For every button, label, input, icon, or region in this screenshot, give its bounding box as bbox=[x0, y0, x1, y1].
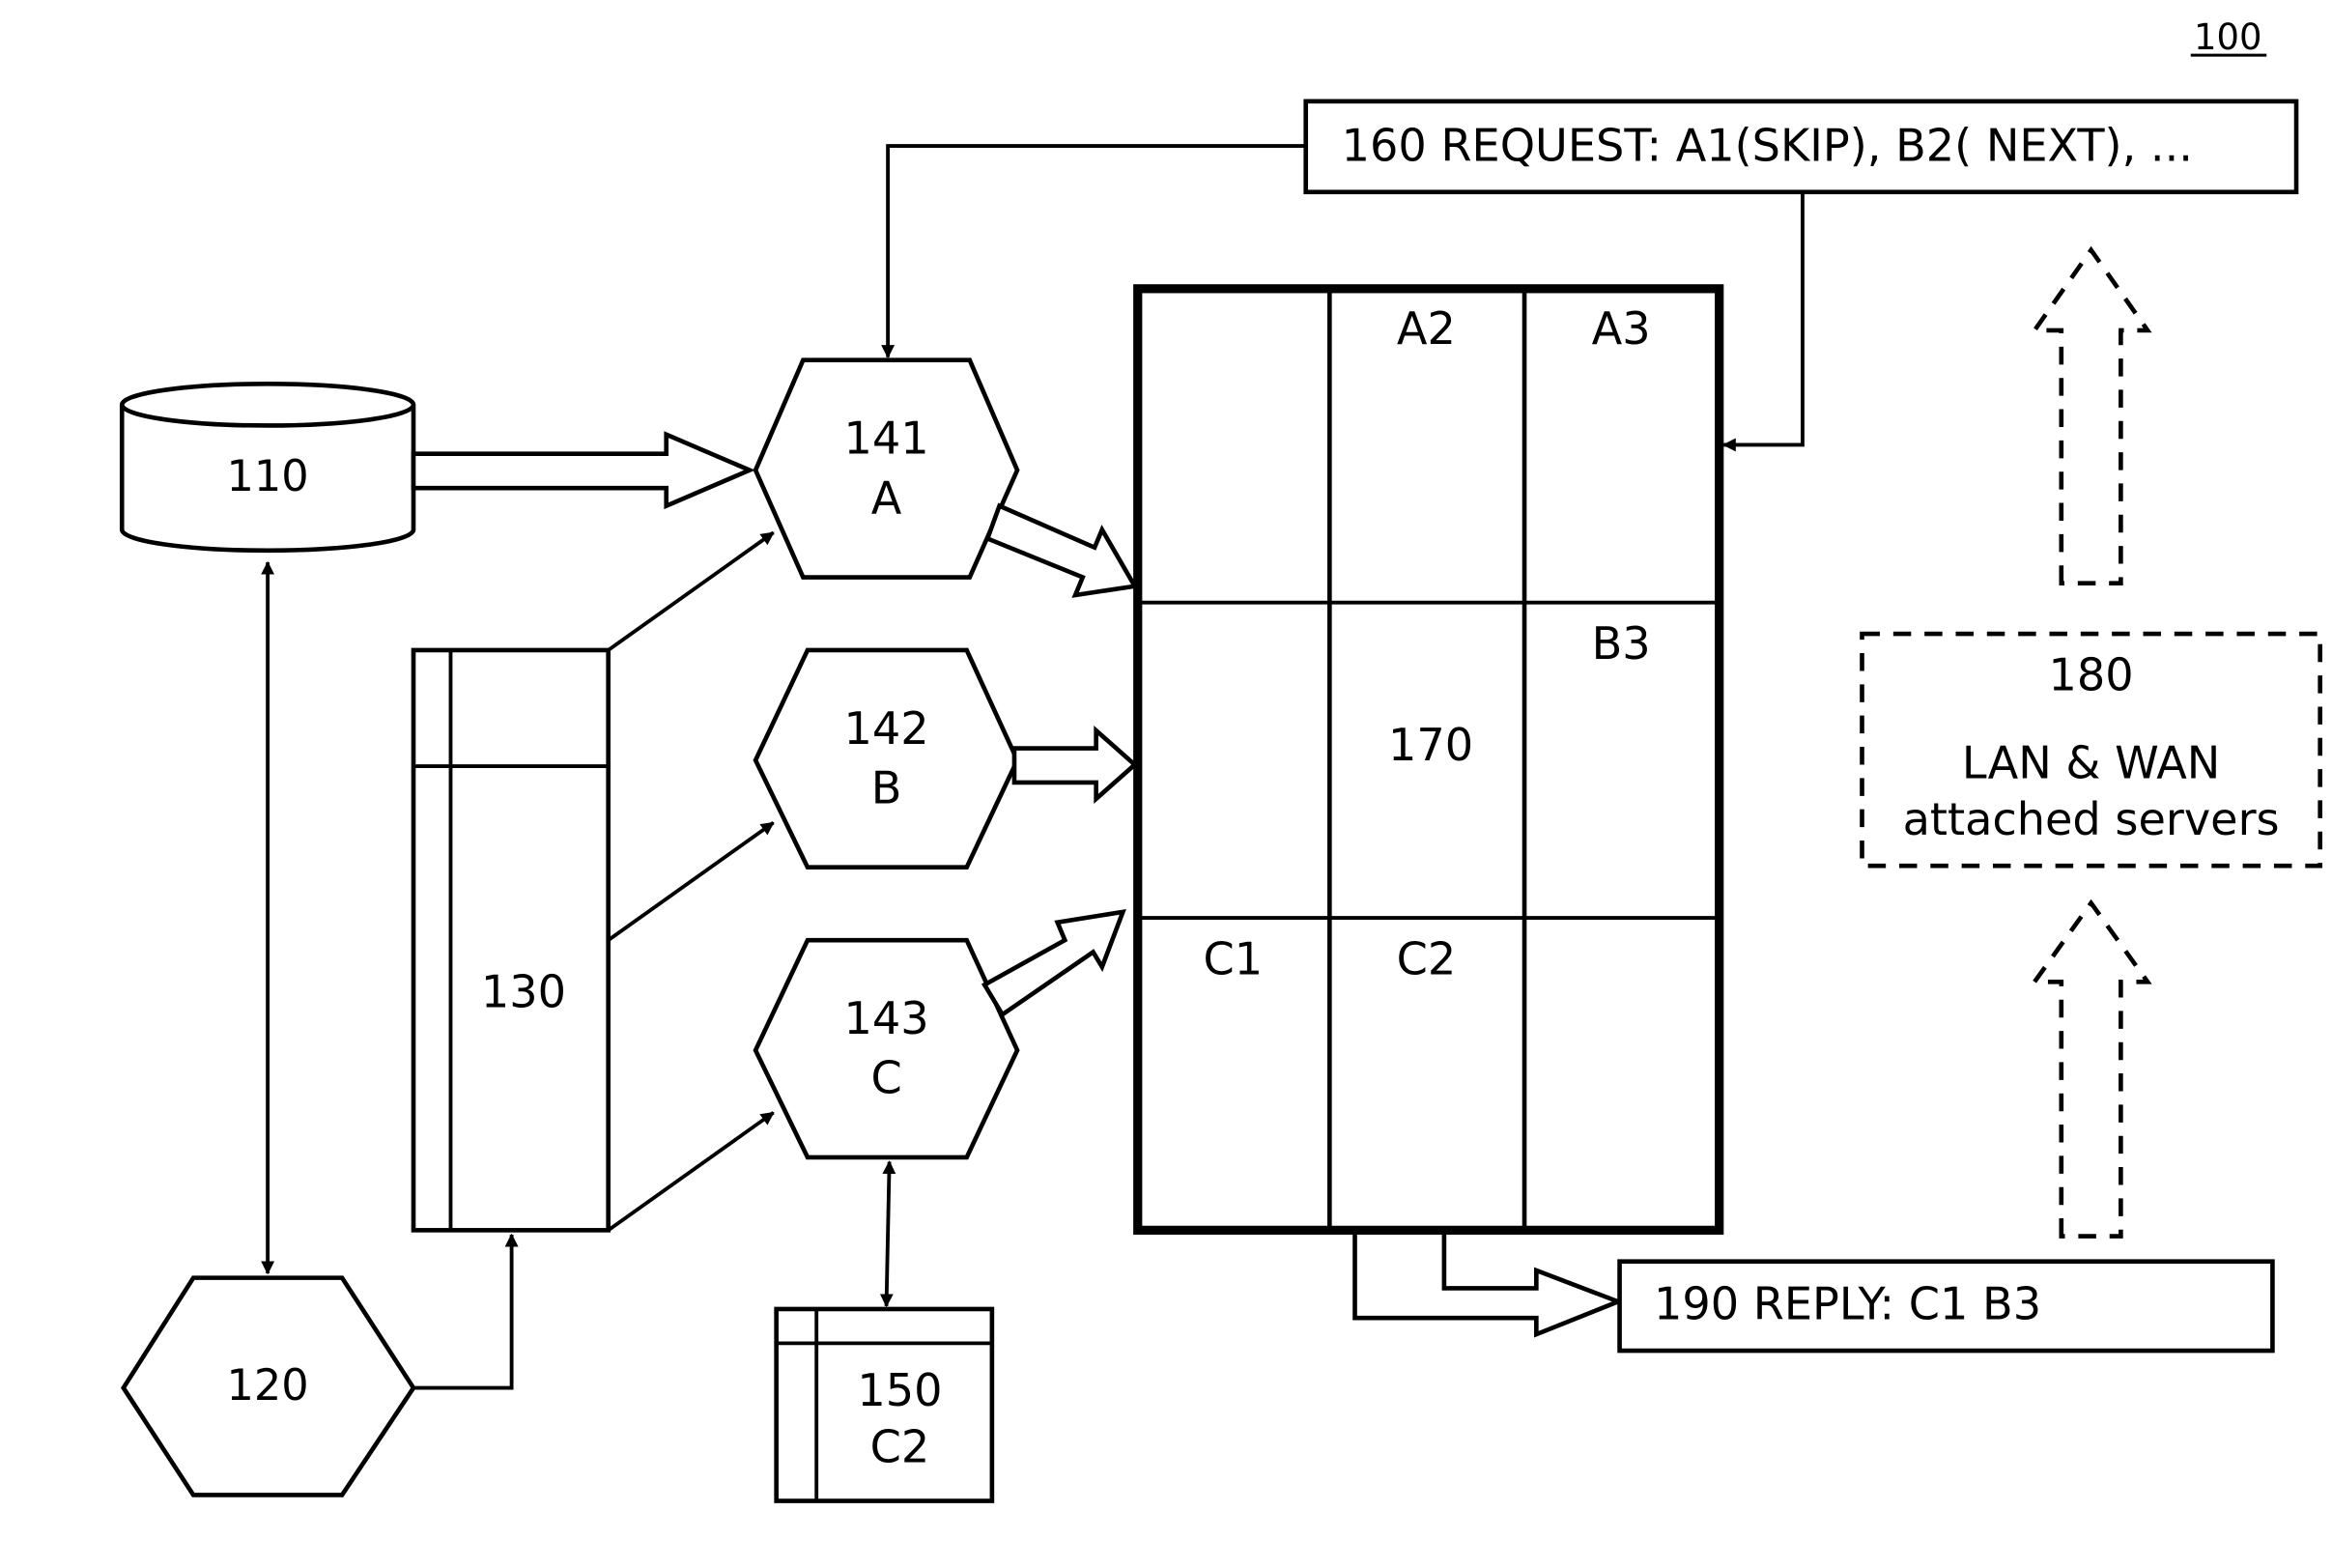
request-box-160[interactable]: 160 REQUEST: A1(SKIP), B2( NEXT), ... bbox=[1303, 99, 2299, 195]
block-arrow-110-to-141 bbox=[411, 431, 755, 510]
servers-box-180[interactable]: 180 LAN & WAN attached servers bbox=[1860, 631, 2322, 869]
grid-cell-b3: B3 bbox=[1592, 617, 1651, 670]
grid-170-label: 170 bbox=[1388, 719, 1473, 771]
hexagon-141-a[interactable]: 141 A bbox=[753, 357, 1020, 580]
hexagon-141-shape bbox=[753, 357, 1020, 580]
block-arrow-143-to-170 bbox=[981, 908, 1126, 1018]
arrow-120-to-130 bbox=[412, 1233, 519, 1390]
hexagon-142-shape bbox=[753, 647, 1020, 870]
servers-box-number: 180 bbox=[2049, 649, 2134, 701]
dashed-arrow-180-to-160 bbox=[2030, 245, 2152, 585]
arrow-130-to-141 bbox=[607, 530, 775, 652]
database-label: 110 bbox=[227, 451, 309, 501]
hexagon-143-shape bbox=[753, 937, 1020, 1160]
grid-cell-c1: C1 bbox=[1203, 933, 1263, 985]
request-text: 160 REQUEST: A1(SKIP), B2( NEXT), ... bbox=[1342, 119, 2193, 171]
arrow-160-to-170 bbox=[1721, 191, 1805, 452]
hexagon-142-b[interactable]: 142 B bbox=[753, 647, 1020, 870]
table-130-label: 130 bbox=[481, 965, 566, 1017]
table-150-label: C2 bbox=[870, 1421, 930, 1473]
block-arrow-141-to-170 bbox=[984, 502, 1139, 598]
hexagon-143-number: 143 bbox=[843, 992, 928, 1044]
hexagon-142-letter: B bbox=[871, 762, 902, 814]
system-diagram: 100 110 120 130 141 A 142 B 143 C 150 C2… bbox=[119, 16, 2322, 1503]
arrow-130-to-143 bbox=[607, 1111, 775, 1232]
servers-box-line-1: LAN & WAN bbox=[1962, 736, 2221, 788]
figure-reference: 100 bbox=[2190, 16, 2267, 58]
reply-text: 190 REPLY: C1 B3 bbox=[1654, 1278, 2041, 1330]
table-150[interactable]: 150 C2 bbox=[774, 1306, 995, 1503]
servers-box-line-2: attached servers bbox=[1903, 793, 2280, 845]
database-110[interactable]: 110 bbox=[119, 382, 416, 554]
figure-reference-number: 100 bbox=[2194, 16, 2262, 58]
grid-cell-c2: C2 bbox=[1397, 933, 1457, 985]
hexagon-142-number: 142 bbox=[843, 702, 928, 755]
grid-cell-a2: A2 bbox=[1397, 302, 1456, 355]
reply-box-190[interactable]: 190 REPLY: C1 B3 bbox=[1617, 1259, 2275, 1354]
hexagon-141-letter: A bbox=[871, 471, 902, 524]
hexagon-120[interactable]: 120 bbox=[121, 1275, 416, 1497]
hexagon-120-label: 120 bbox=[227, 1360, 309, 1411]
dashed-arrow-190-to-180 bbox=[2030, 898, 2152, 1239]
grid-170[interactable]: A2 A3 B3 170 C1 C2 bbox=[1133, 284, 1724, 1235]
table-130-frame bbox=[411, 647, 611, 1233]
database-top bbox=[119, 382, 416, 428]
table-150-number: 150 bbox=[857, 1364, 942, 1416]
arrow-130-to-142 bbox=[607, 820, 775, 942]
hexagon-141-number: 141 bbox=[843, 413, 928, 465]
hexagon-143-c[interactable]: 143 C bbox=[753, 937, 1020, 1160]
block-arrow-142-to-170 bbox=[1011, 725, 1139, 805]
table-130[interactable]: 130 bbox=[411, 647, 611, 1233]
grid-cell-a3: A3 bbox=[1592, 302, 1651, 355]
bidirectional-arrow-143-150 bbox=[879, 1160, 896, 1308]
block-arrow-170-to-190 bbox=[1352, 1234, 1625, 1338]
hexagon-143-letter: C bbox=[870, 1052, 901, 1104]
